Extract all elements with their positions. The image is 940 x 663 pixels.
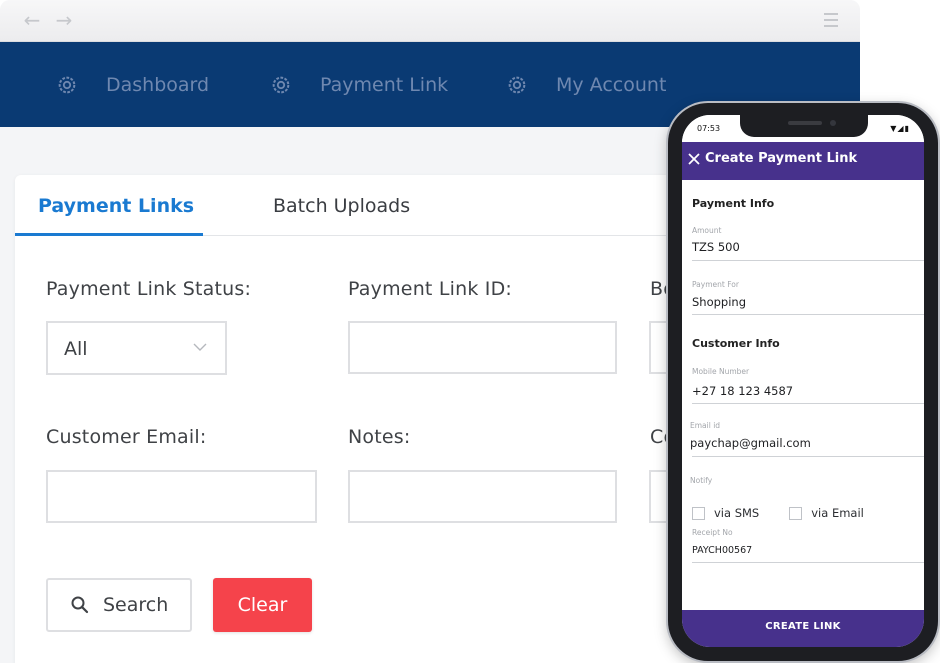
via-email-checkbox[interactable] [789, 506, 803, 520]
search-icon [71, 596, 89, 614]
mobile-number-label: Mobile Number [692, 367, 750, 376]
divider [692, 403, 924, 404]
create-link-button[interactable]: CREATE LINK [682, 610, 924, 647]
divider [692, 314, 924, 315]
app-title: Create Payment Link [705, 151, 858, 166]
notes-label: Notes: [348, 426, 411, 448]
tab-batch-uploads[interactable]: Batch Uploads [273, 175, 410, 236]
payment-link-status-select[interactable]: All [46, 321, 227, 375]
status-time: 07:53 [697, 124, 721, 133]
notify-options: via SMS via Email [692, 506, 864, 520]
tab-bar: Payment Links Batch Uploads [15, 175, 715, 236]
payment-link-status-label: Payment Link Status: [46, 278, 252, 300]
email-id-field[interactable]: paychap@gmail.com [690, 436, 811, 450]
payment-info-title: Payment Info [692, 197, 775, 210]
notes-input[interactable] [348, 470, 617, 523]
nav-item-label: Dashboard [106, 73, 210, 96]
gear-icon [508, 76, 526, 93]
search-button-label: Search [103, 594, 169, 616]
chevron-down-icon [193, 343, 207, 351]
hamburger-menu-icon[interactable] [824, 13, 838, 27]
select-value: All [64, 338, 88, 360]
browser-toolbar: ← → [0, 0, 860, 42]
via-email-label: via Email [811, 506, 864, 520]
search-button[interactable]: Search [46, 578, 192, 632]
amount-field[interactable]: TZS 500 [692, 240, 740, 254]
divider [692, 260, 924, 261]
nav-item-my-account[interactable]: My Account [506, 42, 666, 127]
payment-for-label: Payment For [692, 280, 739, 289]
close-icon[interactable] [686, 151, 702, 167]
via-sms-label: via SMS [714, 506, 760, 520]
divider [692, 456, 924, 457]
clear-button[interactable]: Clear [213, 578, 312, 632]
via-sms-checkbox[interactable] [692, 506, 705, 520]
customer-email-input[interactable] [46, 470, 317, 523]
customer-info-title: Customer Info [692, 337, 780, 350]
receipt-no-field[interactable]: PAYCH00567 [692, 545, 752, 556]
tab-payment-links[interactable]: Payment Links [15, 175, 203, 236]
nav-item-label: Payment Link [320, 73, 449, 96]
payment-link-id-input[interactable] [348, 321, 617, 374]
nav-item-label: My Account [556, 73, 667, 96]
gear-icon [272, 76, 290, 93]
divider [692, 562, 924, 563]
receipt-no-label: Receipt No [692, 528, 733, 537]
mobile-number-field[interactable]: +27 18 123 4587 [692, 384, 793, 398]
nav-item-payment-link[interactable]: Payment Link [270, 42, 448, 127]
nav-item-dashboard[interactable]: Dashboard [56, 42, 209, 127]
stage: ← → Dashboard Payment Link My Account Pa… [0, 0, 940, 663]
payment-link-id-label: Payment Link ID: [348, 278, 513, 300]
back-arrow-icon[interactable]: ← [20, 8, 44, 32]
email-id-label: Email id [690, 421, 721, 430]
customer-email-label: Customer Email: [46, 426, 207, 448]
gear-icon [58, 76, 76, 93]
notify-label: Notify [690, 476, 713, 485]
payment-for-field[interactable]: Shopping [692, 295, 746, 309]
amount-label: Amount [692, 226, 722, 235]
phone-screen: 07:53 ▼◢▮ Create Payment Link Payment In… [682, 115, 924, 647]
forward-arrow-icon[interactable]: → [52, 8, 76, 32]
signal-battery-icon: ▼◢▮ [890, 124, 910, 133]
phone-mockup: 07:53 ▼◢▮ Create Payment Link Payment In… [668, 103, 938, 661]
phone-notch [740, 115, 868, 137]
app-bar: Create Payment Link [682, 142, 924, 180]
